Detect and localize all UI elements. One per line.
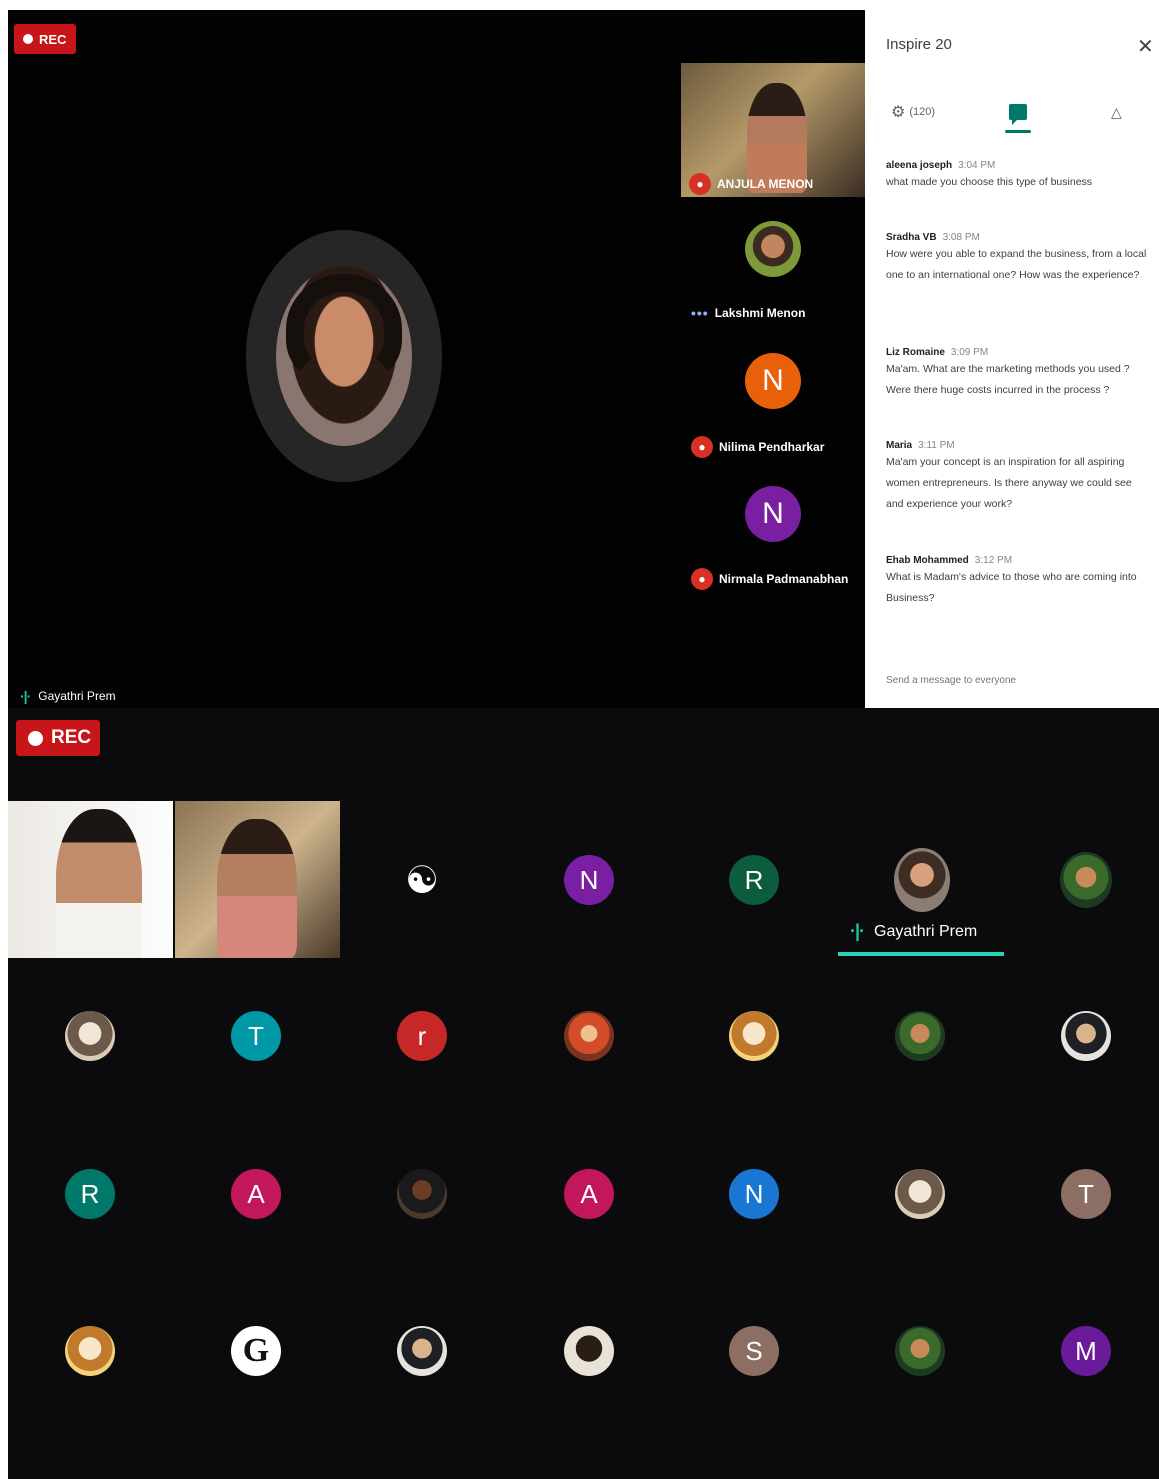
participant-avatar[interactable]: N bbox=[729, 1169, 779, 1219]
speaking-indicator-bar bbox=[838, 952, 1004, 956]
yin-yang-icon[interactable]: ☯ bbox=[397, 855, 447, 905]
message-text: How were you able to expand the business… bbox=[886, 248, 1147, 281]
participant-avatar[interactable] bbox=[729, 1011, 779, 1061]
chat-message: Liz Romaine 3:09 PM Ma'am. What are the m… bbox=[886, 347, 1148, 401]
participant-avatar[interactable] bbox=[1060, 852, 1112, 908]
recording-label: REC bbox=[51, 727, 92, 748]
chat-message: Maria 3:11 PM Ma'am your concept is an in… bbox=[886, 440, 1148, 515]
participant-name: Lakshmi Menon bbox=[714, 306, 806, 320]
mic-off-icon: ● bbox=[691, 436, 713, 458]
message-text: what made you choose this type of busine… bbox=[886, 176, 1093, 188]
participant-avatar[interactable]: N bbox=[745, 486, 801, 542]
participant-strip: ● ANJULA MENON ••• Lakshmi Menon N ● Nil… bbox=[681, 63, 865, 623]
participant-video-tile[interactable] bbox=[8, 801, 173, 958]
message-time: 3:09 PM bbox=[950, 347, 989, 358]
participant-avatar[interactable]: S bbox=[729, 1326, 779, 1376]
message-author: aleena joseph bbox=[886, 160, 953, 171]
participant-avatar[interactable] bbox=[397, 1169, 447, 1219]
speaking-dots-icon: ••• bbox=[691, 305, 709, 321]
g-logo-avatar[interactable]: G bbox=[231, 1326, 281, 1376]
active-speaker-avatar[interactable] bbox=[894, 848, 950, 912]
participant-name: Nilima Pendharkar bbox=[719, 440, 825, 454]
participant-avatar[interactable]: R bbox=[65, 1169, 115, 1219]
message-text: What is Madam's advice to those who are … bbox=[886, 571, 1137, 604]
active-tab-indicator bbox=[1005, 130, 1031, 133]
people-icon: ⚙ bbox=[891, 104, 906, 121]
participant-avatar[interactable]: A bbox=[564, 1169, 614, 1219]
participant-video-tile[interactable] bbox=[175, 801, 340, 958]
message-author: Maria bbox=[886, 440, 913, 451]
message-text: Ma'am your concept is an inspiration for… bbox=[886, 456, 1132, 510]
participant-avatar[interactable]: T bbox=[231, 1011, 281, 1061]
active-speaker-avatar[interactable] bbox=[276, 266, 412, 446]
participant-avatar[interactable]: N bbox=[745, 353, 801, 409]
message-time: 3:04 PM bbox=[958, 160, 996, 171]
participant-name-tag: ● ANJULA MENON bbox=[689, 173, 813, 195]
main-stage: REC ● ANJULA MENON ••• Lakshmi Menon N ●… bbox=[8, 10, 865, 708]
participant-avatar[interactable] bbox=[1061, 1011, 1111, 1061]
participant-avatar[interactable] bbox=[745, 221, 801, 277]
speaking-icon: ·|· bbox=[850, 921, 865, 941]
message-author: Liz Romaine bbox=[886, 347, 945, 358]
meeting-screenshot-bottom: REC ☯ N R ·|· Gayathri Prem T r R A A N … bbox=[8, 708, 1159, 1479]
active-speaker-name: Gayathri Prem bbox=[874, 922, 978, 940]
participant-avatar[interactable]: r bbox=[397, 1011, 447, 1061]
participant-avatar[interactable] bbox=[895, 1169, 945, 1219]
chat-message: Sradha VB 3:08 PM How were you able to ex… bbox=[886, 232, 1148, 286]
participant-avatar[interactable] bbox=[397, 1326, 447, 1376]
participant-avatar[interactable] bbox=[564, 1011, 614, 1061]
stage-speaker-label: ·|· Gayathri Prem bbox=[20, 688, 116, 704]
participant-name: ANJULA MENON bbox=[717, 177, 814, 191]
message-author: Ehab Mohammed bbox=[886, 555, 969, 566]
chat-message: Ehab Mohammed 3:12 PM What is Madam's adv… bbox=[886, 555, 1148, 609]
participant-name-tag: ● Nilima Pendharkar bbox=[691, 436, 824, 458]
participant-name-tag: ● Nirmala Padmanabhan bbox=[691, 568, 848, 590]
close-icon[interactable]: ✕ bbox=[1137, 34, 1154, 59]
participant-avatar[interactable]: A bbox=[231, 1169, 281, 1219]
tab-activities[interactable]: △ bbox=[1111, 90, 1122, 134]
chat-panel: Inspire 20 ✕ ⚙ (120) △ aleena joseph 3:04… bbox=[865, 10, 1159, 708]
recording-badge: REC bbox=[16, 720, 100, 756]
recording-badge: REC bbox=[14, 24, 76, 54]
mic-off-icon: ● bbox=[689, 173, 711, 195]
message-time: 3:11 PM bbox=[918, 440, 955, 451]
activities-icon: △ bbox=[1111, 103, 1122, 120]
participant-name: Nirmala Padmanabhan bbox=[719, 572, 849, 586]
message-author: Sradha VB bbox=[886, 232, 937, 243]
meeting-title: Inspire 20 bbox=[886, 36, 952, 53]
participant-avatar[interactable] bbox=[65, 1326, 115, 1376]
participant-avatar[interactable]: N bbox=[564, 855, 614, 905]
stage-speaker-name: Gayathri Prem bbox=[38, 689, 116, 703]
message-time: 3:12 PM bbox=[974, 555, 1013, 566]
record-dot-icon bbox=[28, 730, 43, 746]
participant-avatar[interactable]: T bbox=[1061, 1169, 1111, 1219]
mic-off-icon: ● bbox=[691, 568, 713, 590]
people-count: (120) bbox=[909, 106, 936, 118]
chat-message: aleena joseph 3:04 PM what made you choos… bbox=[886, 160, 1148, 193]
participant-avatar[interactable] bbox=[895, 1011, 945, 1061]
tab-people[interactable]: ⚙ (120) bbox=[891, 90, 935, 134]
message-time: 3:08 PM bbox=[942, 232, 980, 243]
panel-tabs: ⚙ (120) △ bbox=[865, 90, 1159, 138]
chat-icon bbox=[1009, 104, 1027, 125]
recording-label: REC bbox=[39, 31, 67, 47]
speaking-icon: ·|· bbox=[20, 688, 31, 704]
chat-message-input[interactable] bbox=[886, 675, 1136, 686]
participant-avatar[interactable] bbox=[564, 1326, 614, 1376]
participant-name-tag: ••• Lakshmi Menon bbox=[691, 305, 805, 321]
participant-avatar[interactable] bbox=[65, 1011, 115, 1061]
message-text: Ma'am. What are the marketing methods yo… bbox=[886, 363, 1130, 396]
participant-avatar[interactable]: M bbox=[1061, 1326, 1111, 1376]
meeting-screenshot-top: REC ● ANJULA MENON ••• Lakshmi Menon N ●… bbox=[8, 10, 1159, 708]
tab-chat[interactable] bbox=[1005, 90, 1031, 134]
record-dot-icon bbox=[23, 34, 33, 44]
active-speaker-label: ·|· Gayathri Prem bbox=[850, 921, 977, 942]
participant-avatar[interactable] bbox=[895, 1326, 945, 1376]
participant-avatar[interactable]: R bbox=[729, 855, 779, 905]
